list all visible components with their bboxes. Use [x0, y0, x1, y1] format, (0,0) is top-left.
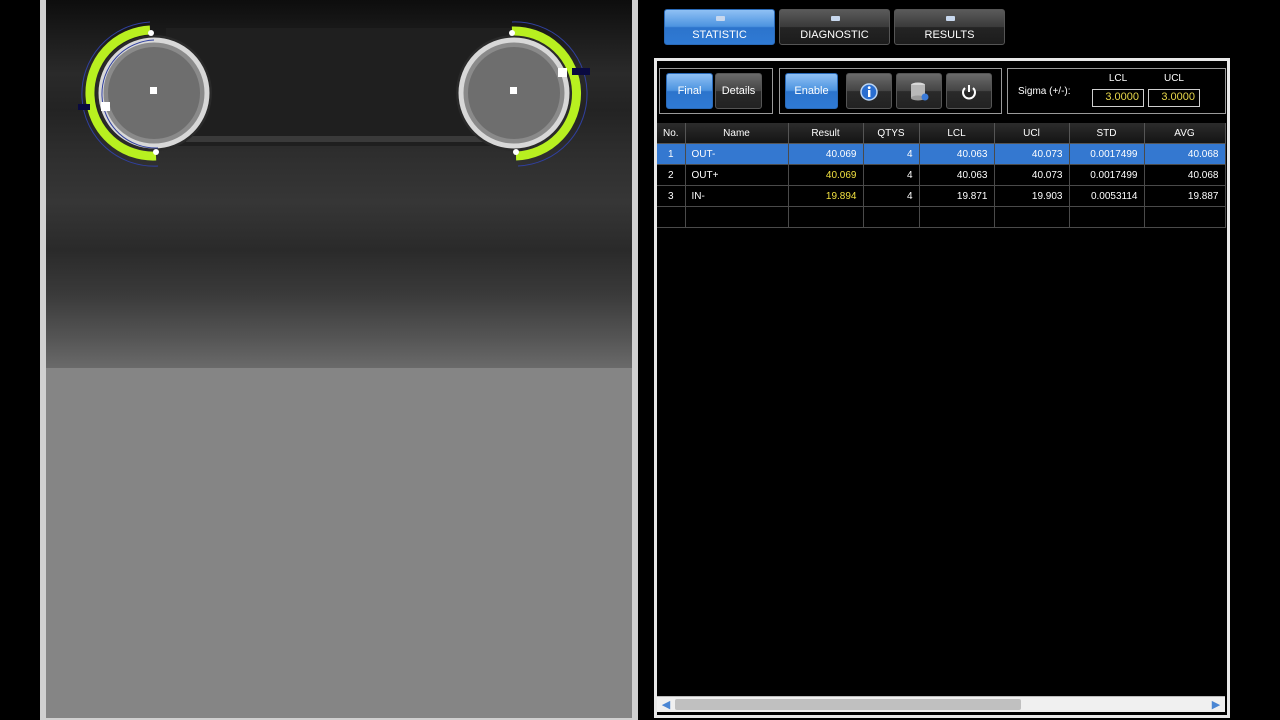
- lcl-header: LCL: [1108, 73, 1128, 84]
- column-header-no[interactable]: No.: [657, 123, 686, 144]
- tab-indicator-icon: [830, 16, 840, 21]
- cell-empty: [919, 206, 995, 228]
- database-button[interactable]: [896, 73, 942, 109]
- cell-lcl: 19.871: [919, 185, 995, 207]
- column-header-name[interactable]: Name: [685, 123, 789, 144]
- tab-label: DIAGNOSTIC: [800, 29, 869, 41]
- cell-std: 0.0017499: [1069, 164, 1145, 186]
- cell-qtys: 4: [863, 143, 920, 165]
- tab-label: RESULTS: [924, 29, 975, 41]
- cell-result: 40.069: [788, 164, 864, 186]
- final-button[interactable]: Final: [666, 73, 713, 109]
- cell-result: 19.894: [788, 185, 864, 207]
- cell-name: OUT+: [685, 164, 789, 186]
- cell-lcl: 40.063: [919, 143, 995, 165]
- cell-no: 3: [657, 185, 686, 207]
- cell-avg: 19.887: [1144, 185, 1226, 207]
- ucl-sigma-input[interactable]: 3.0000: [1148, 89, 1200, 107]
- table-row[interactable]: 1 OUT- 40.069 4 40.063 40.073 0.0017499 …: [657, 143, 1226, 165]
- cell-result: 40.069: [788, 143, 864, 165]
- horizontal-scrollbar[interactable]: ◀ ▶: [657, 696, 1225, 712]
- cell-empty: [863, 206, 920, 228]
- statistics-panel: STATISTIC DIAGNOSTIC RESULTS Final Detai…: [644, 0, 1236, 720]
- cell-name: IN-: [685, 185, 789, 207]
- statistic-content: Final Details Enable Sigma (+/-): LCL UC…: [654, 58, 1230, 718]
- cell-lcl: 40.063: [919, 164, 995, 186]
- tab-diagnostic[interactable]: DIAGNOSTIC: [779, 9, 890, 45]
- reset-button[interactable]: [946, 73, 992, 109]
- column-header-std[interactable]: STD: [1069, 123, 1145, 144]
- cell-empty: [994, 206, 1070, 228]
- table-row[interactable]: 2 OUT+ 40.069 4 40.063 40.073 0.0017499 …: [657, 164, 1226, 186]
- center-marker-left: [150, 87, 157, 94]
- tab-indicator-icon: [945, 16, 955, 21]
- cell-ucl: 40.073: [994, 143, 1070, 165]
- sigma-group: Sigma (+/-): LCL UCL 3.0000 3.0000: [1007, 68, 1226, 114]
- view-mode-group: Final Details: [659, 68, 773, 114]
- column-header-qtys[interactable]: QTYS: [863, 123, 920, 144]
- column-header-ucl[interactable]: UCl: [994, 123, 1070, 144]
- action-group: Enable: [779, 68, 1002, 114]
- cell-name: OUT-: [685, 143, 789, 165]
- tab-results[interactable]: RESULTS: [894, 9, 1005, 45]
- cell-avg: 40.068: [1144, 143, 1226, 165]
- camera-image[interactable]: [46, 0, 632, 368]
- camera-view: [40, 0, 638, 720]
- info-icon: [860, 83, 878, 101]
- cell-qtys: 4: [863, 185, 920, 207]
- power-icon: [962, 85, 976, 100]
- details-button[interactable]: Details: [715, 73, 762, 109]
- cell-ucl: 19.903: [994, 185, 1070, 207]
- cell-empty: [1144, 206, 1226, 228]
- cell-empty: [1069, 206, 1145, 228]
- info-button[interactable]: [846, 73, 892, 109]
- cell-no: 1: [657, 143, 686, 165]
- lcl-sigma-input[interactable]: 3.0000: [1092, 89, 1144, 107]
- scroll-right-icon[interactable]: ▶: [1208, 697, 1224, 712]
- table-header-row: No. Name Result QTYS LCL UCl STD AVG: [657, 123, 1226, 144]
- tab-label: STATISTIC: [692, 29, 747, 41]
- statistics-table: No. Name Result QTYS LCL UCl STD AVG 1 O…: [657, 123, 1226, 228]
- cell-empty: [657, 206, 686, 228]
- cell-empty: [685, 206, 789, 228]
- tab-statistic[interactable]: STATISTIC: [664, 9, 775, 45]
- column-header-lcl[interactable]: LCL: [919, 123, 995, 144]
- camera-empty-area: [46, 368, 632, 718]
- ucl-header: UCL: [1163, 73, 1184, 84]
- scrollbar-thumb[interactable]: [675, 699, 1021, 710]
- cell-avg: 40.068: [1144, 164, 1226, 186]
- table-row[interactable]: 3 IN- 19.894 4 19.871 19.903 0.0053114 1…: [657, 185, 1226, 207]
- cell-empty: [788, 206, 864, 228]
- enable-button[interactable]: Enable: [785, 73, 838, 109]
- tab-indicator-icon: [715, 16, 725, 21]
- column-header-avg[interactable]: AVG: [1144, 123, 1226, 144]
- cell-qtys: 4: [863, 164, 920, 186]
- center-marker-right: [510, 87, 517, 94]
- scroll-left-icon[interactable]: ◀: [658, 697, 674, 712]
- column-header-result[interactable]: Result: [788, 123, 864, 144]
- sigma-label: Sigma (+/-):: [1018, 86, 1071, 97]
- database-icon: [911, 82, 929, 101]
- cell-ucl: 40.073: [994, 164, 1070, 186]
- table-row-empty[interactable]: [657, 206, 1226, 228]
- cell-no: 2: [657, 164, 686, 186]
- cell-std: 0.0053114: [1069, 185, 1145, 207]
- cell-std: 0.0017499: [1069, 143, 1145, 165]
